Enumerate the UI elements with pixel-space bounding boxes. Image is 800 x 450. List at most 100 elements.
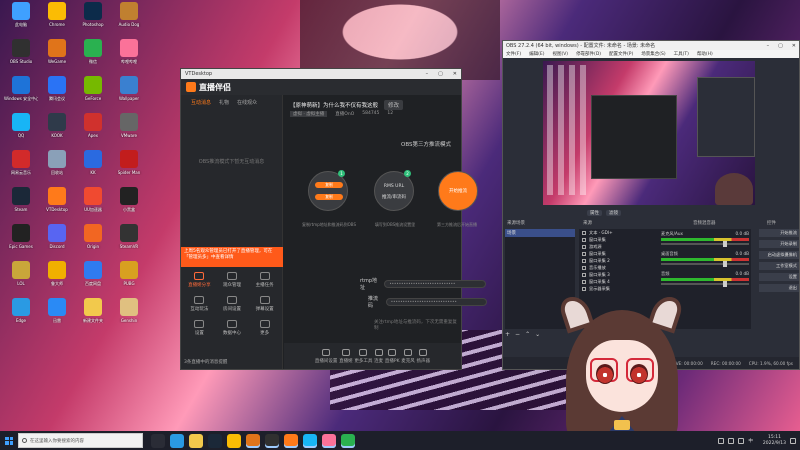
source-item[interactable]: 窗口采集 3 [579, 271, 659, 278]
desktop-icon[interactable]: 小黑盒 [112, 187, 146, 220]
volume-slider-handle[interactable] [722, 261, 727, 267]
source-item[interactable]: 游戏源 [579, 243, 659, 250]
obs-menu-item[interactable]: 编辑(E) [529, 51, 544, 57]
desktop-icon[interactable]: Edge [4, 298, 38, 331]
toolbar-button[interactable]: 直播PK [385, 348, 400, 364]
toolbar-button[interactable]: 扬声器 [417, 348, 430, 364]
desktop-icon[interactable]: Epic Games [4, 224, 38, 257]
notification-icon[interactable] [790, 437, 796, 444]
scene-add-button[interactable]: + [505, 331, 510, 338]
maximize-icon[interactable]: ▢ [778, 43, 783, 49]
desktop-icon[interactable]: 哔哩哔哩 [112, 39, 146, 72]
obs-titlebar[interactable]: OBS 27.2.4 (64 bit, windows) - 配置文件: 未命名… [503, 41, 799, 50]
desktop-icon[interactable]: 鲁大师 [40, 261, 74, 294]
vtdesktop-window[interactable]: VTDesktop – ▢ ✕ 直播伴侣 互动消息 礼物 在线观众 OBS推流模式下… [180, 68, 488, 370]
tool-button[interactable]: 主播任务 [248, 272, 281, 288]
obs-menu-item[interactable]: 视图(V) [552, 51, 568, 57]
flow-node-copy[interactable]: 复制 复制 1 复制rtmp地址和推流码到OBS [302, 170, 356, 227]
control-button[interactable]: 开始推流 [759, 229, 799, 237]
desktop-icon[interactable]: GeForce [76, 76, 110, 109]
taskbar-search[interactable]: 在这里输入你要搜索的内容 [18, 433, 143, 448]
clock[interactable]: 15:11 2022/9/13 [763, 435, 786, 447]
toolbar-button[interactable]: 连麦 [374, 348, 383, 364]
source-toolbar-button[interactable]: 属性 [587, 209, 602, 216]
source-item[interactable]: 窗口采集 4 [579, 278, 659, 285]
copy-button-2[interactable]: 复制 [315, 194, 343, 200]
desktop-icon[interactable]: Discord [40, 224, 74, 257]
desktop-icon[interactable]: 网易云音乐 [4, 150, 38, 183]
source-item[interactable]: 文本 · GDI+ [579, 229, 659, 236]
source-toolbar-button[interactable]: 滤镜 [606, 209, 621, 216]
volume-slider-handle[interactable] [722, 281, 727, 287]
tool-button[interactable]: 弹幕设置 [248, 296, 281, 312]
taskbar-edge-icon[interactable] [170, 433, 184, 448]
source-item[interactable]: 窗口采集 [579, 250, 659, 257]
source-item[interactable]: 显示器采集 [579, 285, 659, 292]
desktop-icon[interactable]: 百度网盘 [76, 261, 110, 294]
volume-slider-handle[interactable] [722, 241, 727, 247]
taskbar-obs-icon[interactable] [265, 433, 279, 448]
copy-button[interactable]: 复制 [315, 182, 343, 188]
source-item[interactable]: 窗口采集 2 [579, 257, 659, 264]
key-input[interactable]: •••••••••••••••••••••••••••• [385, 298, 488, 306]
obs-mode-label[interactable]: OBS第三方推流模式 [401, 140, 451, 148]
desktop-icon[interactable]: 新建文件夹 [76, 298, 110, 331]
desktop-icon[interactable]: PUBG [112, 261, 146, 294]
desktop-icon[interactable]: Wallpaper [112, 76, 146, 109]
tool-button[interactable]: 观众管理 [216, 272, 249, 288]
tray-chevron-icon[interactable] [718, 437, 725, 444]
desktop-icon[interactable]: 微信 [76, 39, 110, 72]
taskbar-wegame-icon[interactable] [246, 433, 260, 448]
flow-node-start[interactable]: 开始推流 第三方推流后开始直播 [437, 171, 478, 227]
taskbar-qq-icon[interactable] [303, 433, 317, 448]
taskbar-task-view-icon[interactable] [151, 433, 165, 448]
desktop-icon[interactable]: 此电脑 [4, 2, 38, 35]
desktop-icon[interactable]: VTDesktop [40, 187, 74, 220]
vt-titlebar[interactable]: VTDesktop – ▢ ✕ [181, 69, 461, 79]
tool-button[interactable]: 房间设置 [216, 296, 249, 312]
desktop-icon[interactable]: WeGame [40, 39, 74, 72]
desktop-icon[interactable]: 回收站 [40, 150, 74, 183]
obs-menu-item[interactable]: 文件(F) [506, 51, 521, 57]
scene-add-button[interactable]: ⌄ [535, 331, 540, 338]
volume-slider[interactable] [661, 241, 749, 247]
input-language[interactable]: 中 [748, 438, 753, 444]
rtmp-input[interactable]: •••••••••••••••••••••••••••• [384, 280, 487, 288]
desktop-icon[interactable]: UU加速器 [76, 187, 110, 220]
desktop-icon[interactable]: Origin [76, 224, 110, 257]
vt-side-tab[interactable]: 礼物 [219, 99, 229, 106]
desktop-icon[interactable]: VMware [112, 113, 146, 146]
control-button[interactable]: 退出 [759, 284, 799, 292]
volume-slider[interactable] [661, 261, 749, 267]
message-reminder[interactable]: 3条直播中的消息提醒 [184, 359, 227, 365]
obs-menu-item[interactable]: 停靠部件(D) [576, 51, 601, 57]
close-icon[interactable]: ✕ [453, 71, 457, 77]
taskbar-wechat-icon[interactable] [341, 433, 355, 448]
scene-add-button[interactable]: ⌃ [525, 331, 530, 338]
vt-side-tab[interactable]: 在线观众 [237, 99, 257, 106]
taskbar-file-explorer-icon[interactable] [189, 433, 203, 448]
tool-button[interactable]: 设置 [183, 320, 216, 336]
desktop-icon[interactable]: Chrome [40, 2, 74, 35]
control-button[interactable]: 设置 [759, 273, 799, 281]
desktop-icon[interactable]: 迅雷 [40, 298, 74, 331]
obs-menu-item[interactable]: 配置文件(P) [609, 51, 633, 57]
control-button[interactable]: 工作室模式 [759, 262, 799, 270]
desktop-icon[interactable]: KK [76, 150, 110, 183]
vt-side-tab[interactable]: 互动消息 [191, 99, 211, 106]
volume-icon[interactable] [738, 437, 745, 444]
scene-add-button[interactable]: − [515, 331, 520, 338]
control-button[interactable]: 开始录制 [759, 240, 799, 248]
source-item[interactable]: 窗口采集 [579, 236, 659, 243]
toolbar-button[interactable]: 直播姬 [339, 348, 353, 364]
desktop-icon[interactable]: SteamVR [112, 224, 146, 257]
toolbar-button[interactable]: 直播间设置 [315, 348, 337, 364]
tool-button[interactable]: 更多 [248, 320, 281, 336]
control-button[interactable]: 启动虚拟摄像机 [759, 251, 799, 259]
obs-preview[interactable] [543, 61, 755, 205]
taskbar-bilibili-icon[interactable] [322, 433, 336, 448]
tool-button[interactable]: 直播姬分享 [183, 272, 216, 288]
minimize-icon[interactable]: – [767, 43, 770, 49]
desktop-icon[interactable]: Photoshop [76, 2, 110, 35]
source-item[interactable]: 音乐播放 [579, 264, 659, 271]
